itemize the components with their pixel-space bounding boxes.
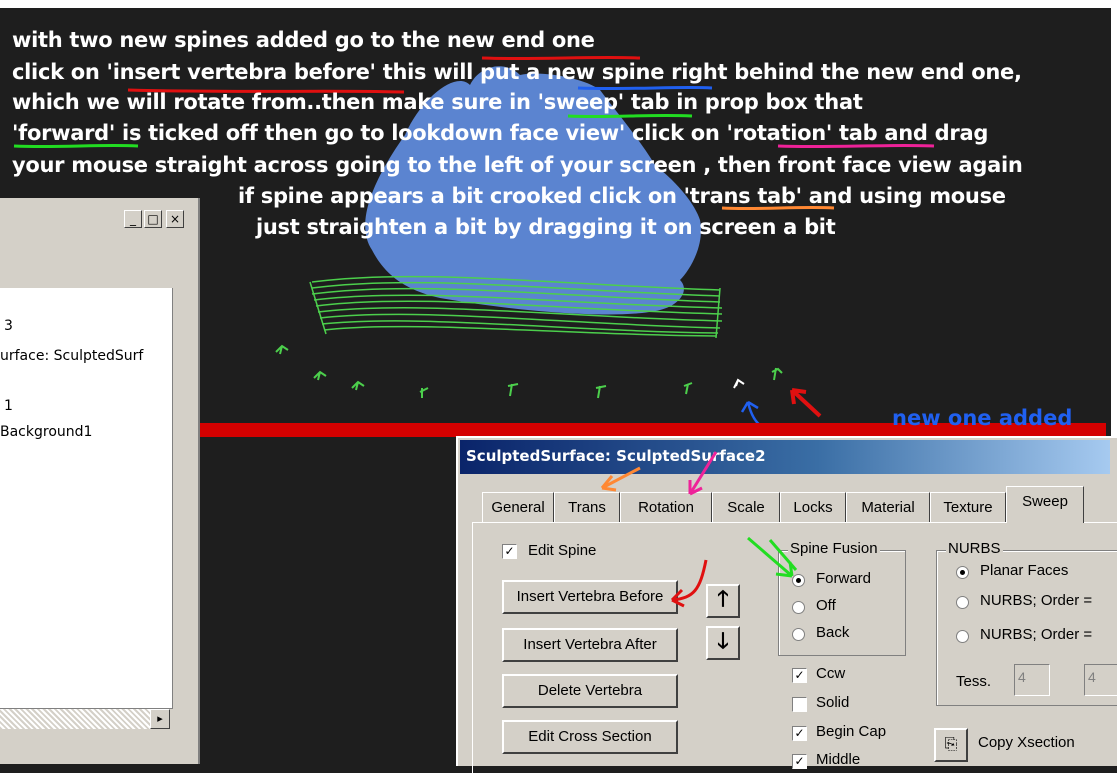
radio-nurbs-order-1[interactable]: [956, 596, 969, 609]
copy-xsection-icon[interactable]: ⎘: [934, 728, 968, 762]
edit-spine-checkbox[interactable]: ✓: [502, 544, 517, 559]
instruction-line: which we will rotate from..then make sur…: [12, 90, 863, 114]
minimize-button[interactable]: _: [124, 210, 142, 228]
tab-rotation[interactable]: Rotation: [620, 492, 712, 522]
ccw-label: Ccw: [816, 665, 846, 682]
tab-general[interactable]: General: [482, 492, 554, 522]
new-one-added-label: new one added: [892, 406, 1073, 430]
edit-spine-label: Edit Spine: [528, 542, 597, 559]
solid-label: Solid: [816, 694, 850, 711]
middle-checkbox[interactable]: ✓: [792, 754, 807, 769]
properties-dialog: SculptedSurface: SculptedSurface2 Genera…: [456, 436, 1117, 773]
close-button[interactable]: ×: [166, 210, 184, 228]
maximize-button[interactable]: □: [144, 210, 162, 228]
instruction-line: just straighten a bit by dragging it on …: [256, 215, 836, 239]
radio-off[interactable]: [792, 601, 805, 614]
vertebra-markers: [275, 344, 783, 399]
instruction-line: with two new spines added go to the new …: [12, 28, 595, 52]
move-down-arrow-icon[interactable]: 🡓: [706, 626, 740, 660]
radio-planar-faces-label: Planar Faces: [980, 562, 1069, 579]
radio-nurbs-order-2[interactable]: [956, 630, 969, 643]
horizontal-scrollbar[interactable]: ▸: [0, 708, 170, 729]
list-item[interactable]: urface: SculptedSurf: [0, 348, 143, 364]
instruction-line: click on 'insert vertebra before' this w…: [12, 60, 1022, 84]
tab-sweep[interactable]: Sweep: [1006, 486, 1084, 523]
scroll-right-icon[interactable]: ▸: [150, 709, 170, 729]
dialog-title: SculptedSurface: SculptedSurface2: [466, 447, 766, 465]
radio-back[interactable]: [792, 628, 805, 641]
tab-material[interactable]: Material: [846, 492, 930, 522]
tess-label: Tess.: [956, 673, 992, 690]
solid-checkbox[interactable]: [792, 697, 807, 712]
tab-trans[interactable]: Trans: [554, 492, 620, 522]
move-up-arrow-icon[interactable]: 🡑: [706, 584, 740, 618]
red-arrow-annotation: [790, 388, 822, 418]
tab-locks[interactable]: Locks: [780, 492, 846, 522]
left-window: _ □ × 3 urface: SculptedSurf 1 Backgroun…: [0, 198, 200, 764]
instruction-line: 'forward' is ticked off then go to lookd…: [12, 121, 989, 145]
list-item[interactable]: 3: [4, 318, 13, 334]
dialog-titlebar[interactable]: SculptedSurface: SculptedSurface2: [460, 440, 1110, 474]
left-window-titlebar: _ □ ×: [0, 198, 196, 238]
spine-fusion-title: Spine Fusion: [788, 540, 880, 557]
radio-off-label: Off: [816, 597, 836, 614]
ccw-checkbox[interactable]: ✓: [792, 668, 807, 683]
instruction-line: if spine appears a bit crooked click on …: [238, 184, 1006, 208]
insert-vertebra-before-button[interactable]: Insert Vertebra Before: [502, 580, 678, 614]
middle-label: Middle: [816, 751, 861, 768]
delete-vertebra-button[interactable]: Delete Vertebra: [502, 674, 678, 708]
edit-cross-section-button[interactable]: Edit Cross Section: [502, 720, 678, 754]
radio-nurbs-order-2-label: NURBS; Order =: [980, 626, 1093, 643]
list-item[interactable]: 1: [4, 398, 13, 414]
tab-texture[interactable]: Texture: [930, 492, 1006, 522]
scene-tree-list[interactable]: 3 urface: SculptedSurf 1 Background1: [0, 288, 173, 709]
insert-vertebra-after-button[interactable]: Insert Vertebra After: [502, 628, 678, 662]
begin-cap-checkbox[interactable]: ✓: [792, 726, 807, 741]
radio-forward[interactable]: [792, 574, 805, 587]
copy-xsection-label[interactable]: Copy Xsection: [978, 734, 1075, 751]
new-vertebra-marker: [733, 378, 745, 389]
radio-forward-label: Forward: [816, 570, 872, 587]
list-item[interactable]: Background1: [0, 424, 92, 440]
nurbs-title: NURBS: [946, 540, 1003, 557]
tess-input-1[interactable]: 4: [1014, 664, 1050, 696]
instruction-line: your mouse straight across going to the …: [12, 153, 1023, 177]
radio-nurbs-order-1-label: NURBS; Order =: [980, 592, 1093, 609]
tab-scale[interactable]: Scale: [712, 492, 780, 522]
radio-planar-faces[interactable]: [956, 566, 969, 579]
tess-input-2[interactable]: 4: [1084, 664, 1117, 696]
radio-back-label: Back: [816, 624, 850, 641]
begin-cap-label: Begin Cap: [816, 723, 887, 740]
